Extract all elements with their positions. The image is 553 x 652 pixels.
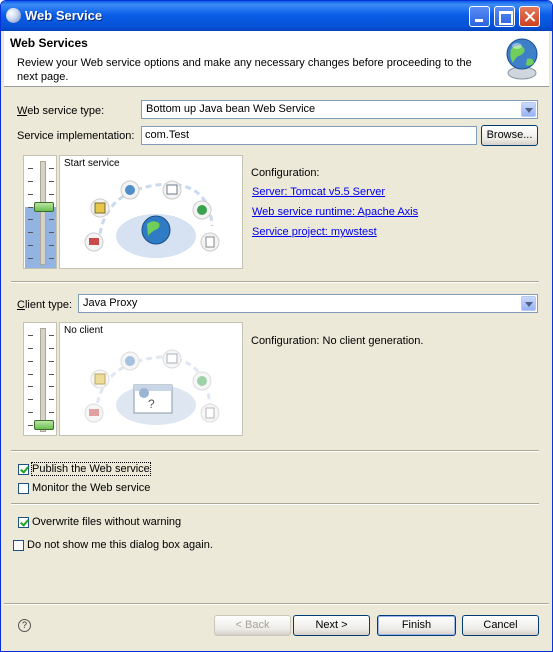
slider-tick	[49, 412, 54, 414]
slider-tick	[49, 373, 54, 375]
back-button[interactable]: < Back	[214, 615, 291, 636]
slider-tick	[49, 232, 54, 234]
slider-tick	[49, 193, 54, 195]
slider-tick	[28, 373, 33, 375]
eclipse-icon	[6, 8, 21, 23]
client-type-label: Client type:	[17, 299, 73, 311]
client-type-combo[interactable]: Java Proxy	[78, 294, 538, 313]
slider-tick	[28, 335, 33, 336]
service-level-slider[interactable]	[23, 155, 57, 269]
server-link[interactable]: Server: Tomcat v5.5 Server	[252, 186, 385, 198]
globe-wizard-icon	[506, 38, 538, 80]
browse-button[interactable]: Browse...	[481, 125, 538, 146]
chevron-down-icon[interactable]	[521, 102, 536, 117]
slider-tick	[28, 168, 33, 169]
slider-tick	[49, 245, 54, 247]
window-title: Web Service	[25, 8, 103, 23]
publish-check-box[interactable]	[18, 464, 29, 475]
minimize-button[interactable]	[469, 6, 490, 27]
client-configuration-text: Configuration: No client generation.	[251, 335, 424, 347]
wizard-banner: Web Services Review your Web service opt…	[4, 31, 549, 87]
client-diagram: ? No client	[59, 322, 243, 436]
slider-tick	[49, 258, 54, 259]
svg-text:?: ?	[148, 397, 155, 411]
chevron-down-icon[interactable]	[521, 296, 536, 311]
web-service-runtime-link[interactable]: Web service runtime: Apache Axis	[252, 206, 418, 218]
service-diagram-graphic	[84, 180, 220, 258]
slider-tick	[28, 412, 33, 414]
separator	[11, 281, 539, 283]
slider-tick	[49, 399, 54, 401]
do-not-show-check-box[interactable]	[13, 540, 24, 551]
slider-tick	[28, 206, 33, 208]
title-bar[interactable]: Web Service	[1, 1, 552, 31]
monitor-label: Monitor the Web service	[32, 482, 151, 494]
separator	[11, 503, 539, 505]
client-type-value: Java Proxy	[83, 297, 138, 309]
slider-tick	[28, 399, 33, 401]
banner-title: Web Services	[10, 36, 88, 50]
footer-separator	[4, 603, 549, 605]
service-configuration-label: Configuration:	[251, 167, 320, 179]
slider-tick	[28, 386, 33, 388]
web-service-type-combo[interactable]: Bottom up Java bean Web Service	[141, 100, 538, 119]
maximize-button[interactable]	[494, 6, 515, 27]
service-project-link[interactable]: Service project: mywstest	[252, 226, 377, 238]
monitor-web-service-checkbox[interactable]: Monitor the Web service	[18, 482, 218, 496]
cancel-button[interactable]: Cancel	[462, 615, 539, 636]
slider-tick	[28, 193, 33, 195]
slider-tick	[49, 219, 54, 221]
slider-tick	[28, 219, 33, 221]
service-diagram-caption: Start service	[64, 158, 120, 169]
slider-tick	[49, 168, 54, 169]
client-slider-track	[40, 328, 46, 432]
web-service-type-label: Web service type:	[17, 105, 105, 117]
client-slider-thumb[interactable]	[34, 420, 54, 430]
slider-tick	[49, 347, 54, 349]
publish-label: Publish the Web service	[31, 462, 151, 476]
overwrite-check-box[interactable]	[18, 517, 29, 528]
service-implementation-label: Service implementation:	[17, 130, 135, 142]
slider-tick	[28, 232, 33, 234]
slider-tick	[28, 245, 33, 247]
finish-button[interactable]: Finish	[377, 615, 456, 636]
do-not-show-label: Do not show me this dialog box again.	[27, 539, 213, 551]
web-service-dialog: Web Service Web Services Review your Web…	[0, 0, 553, 652]
next-button[interactable]: Next >	[293, 615, 370, 636]
web-service-type-value: Bottom up Java bean Web Service	[146, 103, 316, 115]
slider-tick	[49, 180, 54, 182]
client-diagram-caption: No client	[64, 325, 103, 336]
do-not-show-checkbox[interactable]: Do not show me this dialog box again.	[13, 539, 253, 553]
publish-web-service-checkbox[interactable]: Publish the Web service	[18, 462, 218, 477]
service-diagram: Start service	[59, 155, 243, 269]
service-implementation-input[interactable]: com.Test	[141, 126, 477, 145]
slider-tick	[28, 347, 33, 349]
service-slider-thumb[interactable]	[34, 201, 54, 212]
client-level-slider[interactable]	[23, 322, 57, 436]
banner-description: Review your Web service options and make…	[17, 57, 472, 83]
slider-tick	[49, 335, 54, 336]
slider-tick	[49, 360, 54, 362]
close-button[interactable]	[519, 6, 540, 27]
overwrite-files-checkbox[interactable]: Overwrite files without warning	[18, 516, 238, 530]
help-icon[interactable]: ?	[18, 619, 31, 632]
service-slider-track	[40, 161, 46, 265]
overwrite-label: Overwrite files without warning	[32, 516, 182, 528]
separator	[11, 450, 539, 452]
monitor-check-box[interactable]	[18, 483, 29, 494]
slider-tick	[28, 425, 33, 426]
slider-tick	[28, 360, 33, 362]
slider-tick	[49, 386, 54, 388]
client-diagram-graphic: ?	[84, 349, 220, 425]
slider-tick	[28, 258, 33, 259]
slider-tick	[28, 180, 33, 182]
